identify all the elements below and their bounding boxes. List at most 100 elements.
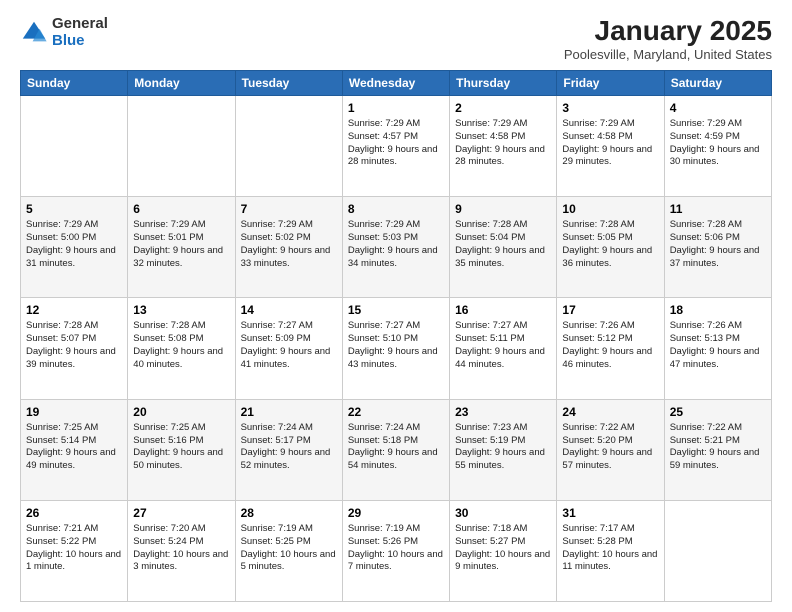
logo-blue-label: Blue [52,33,108,50]
day-number: 3 [562,100,658,116]
calendar-cell: 29 Sunrise: 7:19 AM Sunset: 5:26 PM Dayli… [342,500,449,601]
calendar-cell: 5 Sunrise: 7:29 AM Sunset: 5:00 PM Daylig… [21,197,128,298]
calendar-cell: 26 Sunrise: 7:21 AM Sunset: 5:22 PM Dayli… [21,500,128,601]
cell-content: Sunrise: 7:18 AM Sunset: 5:27 PM Dayligh… [455,523,551,574]
calendar-week-row: 26 Sunrise: 7:21 AM Sunset: 5:22 PM Dayli… [21,500,772,601]
cell-content: Sunrise: 7:28 AM Sunset: 5:04 PM Dayligh… [455,219,551,270]
cell-content: Sunrise: 7:24 AM Sunset: 5:17 PM Dayligh… [241,422,337,473]
day-number: 16 [455,302,551,318]
weekday-header-row: SundayMondayTuesdayWednesdayThursdayFrid… [21,70,772,95]
cell-content: Sunrise: 7:24 AM Sunset: 5:18 PM Dayligh… [348,422,444,473]
day-number: 12 [26,302,122,318]
day-number: 10 [562,201,658,217]
calendar-cell: 13 Sunrise: 7:28 AM Sunset: 5:08 PM Dayli… [128,298,235,399]
cell-content: Sunrise: 7:25 AM Sunset: 5:14 PM Dayligh… [26,422,122,473]
cell-content: Sunrise: 7:27 AM Sunset: 5:10 PM Dayligh… [348,320,444,371]
weekday-header: Sunday [21,70,128,95]
cell-content: Sunrise: 7:28 AM Sunset: 5:05 PM Dayligh… [562,219,658,270]
cell-content: Sunrise: 7:23 AM Sunset: 5:19 PM Dayligh… [455,422,551,473]
calendar-cell: 10 Sunrise: 7:28 AM Sunset: 5:05 PM Dayli… [557,197,664,298]
calendar-cell [235,95,342,196]
cell-content: Sunrise: 7:29 AM Sunset: 4:57 PM Dayligh… [348,118,444,169]
weekday-header: Tuesday [235,70,342,95]
day-number: 17 [562,302,658,318]
day-number: 18 [670,302,766,318]
calendar-cell: 3 Sunrise: 7:29 AM Sunset: 4:58 PM Daylig… [557,95,664,196]
day-number: 22 [348,404,444,420]
calendar-cell: 24Sunrise: 7:22 AM Sunset: 5:20 PM Dayli… [557,399,664,500]
calendar-cell: 20 Sunrise: 7:25 AM Sunset: 5:16 PM Dayli… [128,399,235,500]
day-number: 29 [348,505,444,521]
day-number: 21 [241,404,337,420]
calendar-cell: 8Sunrise: 7:29 AM Sunset: 5:03 PM Daylig… [342,197,449,298]
cell-content: Sunrise: 7:28 AM Sunset: 5:08 PM Dayligh… [133,320,229,371]
cell-content: Sunrise: 7:20 AM Sunset: 5:24 PM Dayligh… [133,523,229,574]
calendar-cell: 15Sunrise: 7:27 AM Sunset: 5:10 PM Dayli… [342,298,449,399]
calendar-cell: 4Sunrise: 7:29 AM Sunset: 4:59 PM Daylig… [664,95,771,196]
title-section: January 2025 Poolesville, Maryland, Unit… [564,16,772,62]
day-number: 20 [133,404,229,420]
cell-content: Sunrise: 7:19 AM Sunset: 5:26 PM Dayligh… [348,523,444,574]
day-number: 14 [241,302,337,318]
calendar-cell: 12 Sunrise: 7:28 AM Sunset: 5:07 PM Dayli… [21,298,128,399]
day-number: 7 [241,201,337,217]
cell-content: Sunrise: 7:22 AM Sunset: 5:21 PM Dayligh… [670,422,766,473]
calendar-cell: 9 Sunrise: 7:28 AM Sunset: 5:04 PM Daylig… [450,197,557,298]
calendar-cell [664,500,771,601]
day-number: 9 [455,201,551,217]
cell-content: Sunrise: 7:17 AM Sunset: 5:28 PM Dayligh… [562,523,658,574]
day-number: 2 [455,100,551,116]
cell-content: Sunrise: 7:25 AM Sunset: 5:16 PM Dayligh… [133,422,229,473]
cell-content: Sunrise: 7:29 AM Sunset: 5:00 PM Dayligh… [26,219,122,270]
day-number: 28 [241,505,337,521]
calendar-cell [21,95,128,196]
cell-content: Sunrise: 7:19 AM Sunset: 5:25 PM Dayligh… [241,523,337,574]
day-number: 5 [26,201,122,217]
calendar-cell: 2 Sunrise: 7:29 AM Sunset: 4:58 PM Daylig… [450,95,557,196]
calendar-cell: 11Sunrise: 7:28 AM Sunset: 5:06 PM Dayli… [664,197,771,298]
day-number: 26 [26,505,122,521]
logo-general-label: General [52,16,108,33]
cell-content: Sunrise: 7:29 AM Sunset: 5:02 PM Dayligh… [241,219,337,270]
page: General Blue January 2025 Poolesville, M… [0,0,792,612]
calendar-cell: 1Sunrise: 7:29 AM Sunset: 4:57 PM Daylig… [342,95,449,196]
calendar-week-row: 19Sunrise: 7:25 AM Sunset: 5:14 PM Dayli… [21,399,772,500]
day-number: 13 [133,302,229,318]
calendar-cell: 31Sunrise: 7:17 AM Sunset: 5:28 PM Dayli… [557,500,664,601]
day-number: 24 [562,404,658,420]
calendar-week-row: 5 Sunrise: 7:29 AM Sunset: 5:00 PM Daylig… [21,197,772,298]
logo-text: General Blue [52,16,108,49]
calendar-week-row: 12 Sunrise: 7:28 AM Sunset: 5:07 PM Dayli… [21,298,772,399]
day-number: 30 [455,505,551,521]
calendar-cell: 17 Sunrise: 7:26 AM Sunset: 5:12 PM Dayli… [557,298,664,399]
calendar: SundayMondayTuesdayWednesdayThursdayFrid… [20,70,772,602]
weekday-header: Wednesday [342,70,449,95]
calendar-cell: 23 Sunrise: 7:23 AM Sunset: 5:19 PM Dayli… [450,399,557,500]
cell-content: Sunrise: 7:28 AM Sunset: 5:07 PM Dayligh… [26,320,122,371]
cell-content: Sunrise: 7:26 AM Sunset: 5:13 PM Dayligh… [670,320,766,371]
calendar-cell: 19Sunrise: 7:25 AM Sunset: 5:14 PM Dayli… [21,399,128,500]
day-number: 8 [348,201,444,217]
cell-content: Sunrise: 7:27 AM Sunset: 5:11 PM Dayligh… [455,320,551,371]
cell-content: Sunrise: 7:29 AM Sunset: 5:01 PM Dayligh… [133,219,229,270]
calendar-cell: 18 Sunrise: 7:26 AM Sunset: 5:13 PM Dayli… [664,298,771,399]
calendar-cell [128,95,235,196]
logo: General Blue [20,16,108,49]
calendar-cell: 22 Sunrise: 7:24 AM Sunset: 5:18 PM Dayli… [342,399,449,500]
calendar-cell: 28 Sunrise: 7:19 AM Sunset: 5:25 PM Dayli… [235,500,342,601]
cell-content: Sunrise: 7:29 AM Sunset: 4:59 PM Dayligh… [670,118,766,169]
header: General Blue January 2025 Poolesville, M… [20,16,772,62]
cell-content: Sunrise: 7:29 AM Sunset: 4:58 PM Dayligh… [455,118,551,169]
logo-icon [20,19,48,47]
day-number: 6 [133,201,229,217]
cell-content: Sunrise: 7:29 AM Sunset: 4:58 PM Dayligh… [562,118,658,169]
weekday-header: Saturday [664,70,771,95]
cell-content: Sunrise: 7:21 AM Sunset: 5:22 PM Dayligh… [26,523,122,574]
cell-content: Sunrise: 7:26 AM Sunset: 5:12 PM Dayligh… [562,320,658,371]
location: Poolesville, Maryland, United States [564,47,772,62]
calendar-cell: 7 Sunrise: 7:29 AM Sunset: 5:02 PM Daylig… [235,197,342,298]
calendar-cell: 21 Sunrise: 7:24 AM Sunset: 5:17 PM Dayli… [235,399,342,500]
day-number: 23 [455,404,551,420]
day-number: 25 [670,404,766,420]
cell-content: Sunrise: 7:27 AM Sunset: 5:09 PM Dayligh… [241,320,337,371]
